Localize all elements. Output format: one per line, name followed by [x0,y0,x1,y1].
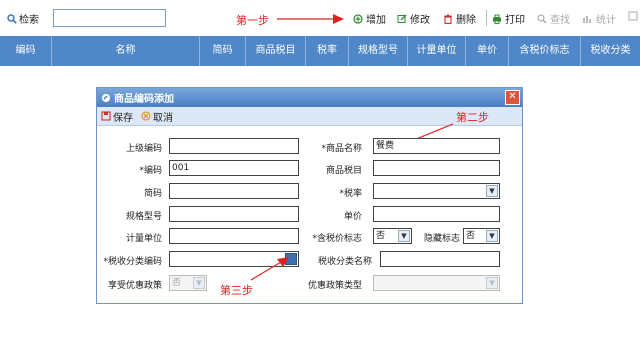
chevron-down-icon: ▼ [486,230,498,242]
dialog-titlebar: 商品编码添加 ✕ [97,88,522,107]
column-header[interactable]: 单价 [466,36,509,66]
product-code-add-dialog: 商品编码添加 ✕ 保存 取消 第二步 上级编码 *商品名称 餐费 *编码 001… [96,87,523,304]
bar-chart-icon [583,15,591,23]
app-icon [102,93,110,102]
trash-icon [444,13,452,24]
edit-icon [397,14,407,23]
column-header[interactable]: 名称 [52,36,200,66]
column-header[interactable]: 税率 [306,36,349,66]
chevron-down-icon: ▼ [486,277,498,289]
tax-class-code-label: *税收分类编码 [103,257,162,267]
column-header[interactable]: 计量单位 [408,36,466,66]
search-label-text: 检索 [19,15,39,26]
preferential-type-label: 优惠政策类型 [307,281,362,291]
edit-label: 修改 [410,15,430,26]
search-icon [537,13,547,23]
short-code-label: 简码 [143,189,162,199]
cancel-icon [141,111,151,121]
product-tax-item-label: 商品税目 [325,166,362,176]
more-button[interactable] [628,11,638,21]
product-name-label: *商品名称 [321,144,362,154]
cancel-label: 取消 [153,112,173,124]
tax-inclusive-label: *含税价标志 [312,234,362,244]
column-header[interactable]: 商品税目 [246,36,306,66]
printer-icon [493,14,501,24]
short-code-field[interactable] [169,183,299,199]
arrow-step3-icon [250,257,289,281]
preferential-select[interactable]: 否 ▼ [169,275,207,291]
parent-code-field[interactable] [169,138,299,154]
hidden-flag-value: 否 [466,231,476,241]
column-header[interactable]: 编码 [0,36,52,66]
chevron-down-icon: ▼ [193,277,205,289]
unit-field[interactable] [169,228,299,244]
unit-price-label: 单价 [343,212,362,222]
stats-label: 统计 [596,15,616,26]
toolbar-divider [486,10,487,26]
column-header[interactable]: 税收分类 [581,36,640,66]
close-button[interactable]: ✕ [505,90,520,105]
save-label: 保存 [113,112,133,124]
preferential-value: 否 [172,278,182,288]
save-icon [101,111,111,121]
close-icon: ✕ [508,91,517,102]
spec-field[interactable] [169,206,299,222]
grid-header: 编码 名称 简码 商品税目 税率 规格型号 计量单位 单价 含税价标志 税收分类 [0,36,640,66]
preferential-label: 享受优惠政策 [107,281,162,291]
tax-inclusive-select[interactable]: 否 ▼ [373,228,412,244]
edit-button[interactable]: 修改 [397,11,430,26]
tax-class-name-label: 税收分类名称 [317,257,372,267]
hidden-flag-select[interactable]: 否 ▼ [463,228,500,244]
grid-icon [628,11,638,21]
column-header[interactable]: 简码 [200,36,246,66]
search-input[interactable] [53,9,166,27]
save-button[interactable]: 保存 [101,109,133,124]
spec-label: 规格型号 [125,212,162,222]
search-label: 检索 [7,11,39,26]
dialog-title: 商品编码添加 [114,94,174,105]
tax-rate-select[interactable]: ▼ [373,183,500,199]
unit-price-field[interactable] [373,206,500,222]
print-button[interactable]: 打印 [492,11,525,26]
annotation-step2: 第二步 [456,111,489,124]
find-button[interactable]: 查找 [537,11,570,26]
add-icon [353,13,363,24]
product-tax-item-field[interactable] [373,160,500,176]
delete-button[interactable]: 删除 [443,11,476,26]
annotation-step1: 第一步 [236,14,269,27]
search-icon [7,13,17,24]
stats-button[interactable]: 统计 [583,11,616,26]
print-label: 打印 [505,15,525,26]
delete-label: 删除 [456,15,476,26]
code-label: *编码 [139,166,162,176]
arrow-step1-icon [277,14,344,24]
cancel-button[interactable]: 取消 [141,109,173,124]
preferential-type-select[interactable]: ▼ [373,275,500,291]
find-label: 查找 [550,15,570,26]
chevron-down-icon: ▼ [486,185,498,197]
tax-class-name-field[interactable] [380,251,500,267]
add-label: 增加 [366,15,386,26]
hidden-flag-label: 隐藏标志 [423,234,460,244]
tax-rate-label: *税率 [339,189,362,199]
unit-label: 计量单位 [125,234,162,244]
column-header[interactable]: 含税价标志 [509,36,581,66]
chevron-down-icon: ▼ [398,230,410,242]
product-name-field[interactable]: 餐费 [373,138,500,154]
tax-inclusive-value: 否 [376,231,386,241]
annotation-step3: 第三步 [220,284,253,297]
column-header[interactable]: 规格型号 [349,36,408,66]
code-field[interactable]: 001 [169,160,299,176]
add-button[interactable]: 增加 [353,11,386,26]
main-toolbar: 检索 第一步 增加 修改 删除 打印 查找 统计 [0,0,640,36]
parent-code-label: 上级编码 [125,144,162,154]
